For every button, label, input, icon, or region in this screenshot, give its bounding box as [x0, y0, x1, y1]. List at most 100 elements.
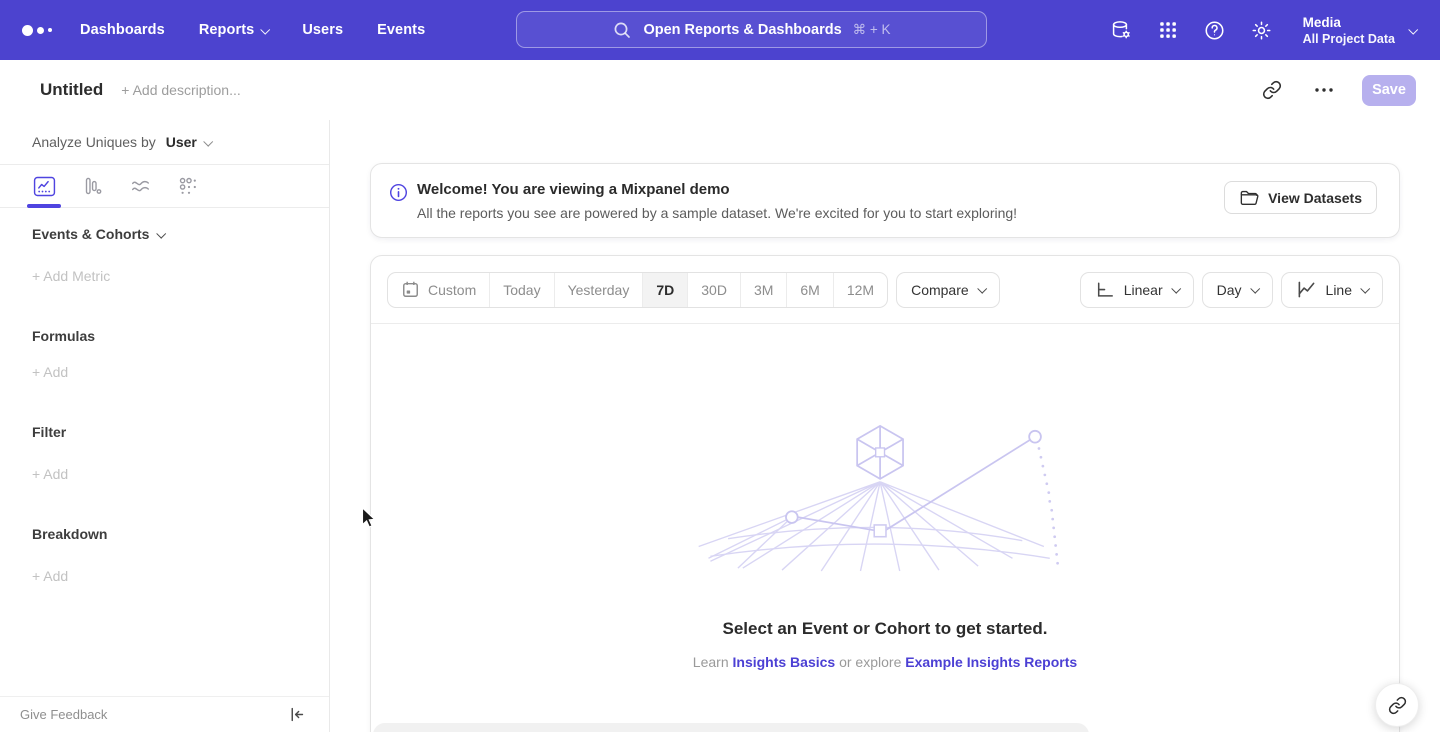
mixpanel-app: Dashboards Reports Users Events Open Rep… — [0, 0, 1440, 732]
global-search-button[interactable]: Open Reports & Dashboards ⌘ + K — [516, 11, 987, 48]
settings-icon[interactable] — [1250, 18, 1274, 42]
insights-basics-link[interactable]: Insights Basics — [733, 654, 836, 670]
add-breakdown-button[interactable]: + Add — [32, 568, 68, 584]
primary-nav: Dashboards Reports Users Events — [80, 22, 425, 38]
empty-state-illustration — [695, 421, 1075, 573]
granularity-dropdown[interactable]: Day — [1202, 272, 1273, 308]
add-label: + Add — [32, 364, 68, 380]
tab-flows[interactable] — [128, 165, 152, 208]
events-cohorts-section[interactable]: Events & Cohorts — [32, 226, 164, 242]
project-name: Media — [1303, 14, 1395, 31]
add-metric-label: + Add Metric — [32, 268, 110, 284]
analyze-by-dropdown[interactable]: User — [166, 134, 211, 150]
help-icon[interactable] — [1203, 18, 1227, 42]
chart-display-controls: Linear Day Line — [1080, 272, 1383, 308]
analyze-label: Analyze Uniques by — [32, 134, 156, 150]
apps-grid-icon[interactable] — [1156, 18, 1180, 42]
range-today[interactable]: Today — [489, 273, 553, 307]
copy-link-icon[interactable] — [1258, 76, 1286, 104]
range-label: 3M — [754, 282, 773, 298]
more-options-icon[interactable] — [1310, 76, 1338, 104]
search-icon — [612, 20, 632, 40]
add-metric-button[interactable]: + Add Metric — [32, 268, 110, 284]
chevron-down-icon — [1408, 24, 1418, 34]
report-header: Untitled + Add description... Save — [0, 60, 1440, 120]
range-yesterday[interactable]: Yesterday — [554, 273, 643, 307]
date-range-control: Custom Today Yesterday 7D 30D 3M 6M 12M — [387, 272, 888, 308]
sidebar-footer: Give Feedback — [0, 696, 329, 732]
line-chart-icon — [1296, 280, 1317, 299]
section-title: Breakdown — [32, 526, 107, 542]
scale-dropdown[interactable]: Linear — [1080, 272, 1194, 308]
tab-funnels[interactable] — [80, 165, 104, 208]
linear-scale-icon — [1095, 281, 1115, 299]
add-label: + Add — [32, 568, 68, 584]
range-label: Custom — [428, 282, 476, 298]
compare-label: Compare — [911, 282, 969, 298]
report-type-tabs — [0, 165, 329, 208]
share-link-fab[interactable] — [1375, 683, 1419, 727]
data-management-icon[interactable] — [1109, 18, 1133, 42]
report-title[interactable]: Untitled — [40, 80, 103, 100]
nav-reports[interactable]: Reports — [199, 22, 269, 38]
view-datasets-label: View Datasets — [1268, 190, 1362, 206]
search-label: Open Reports & Dashboards — [643, 22, 841, 38]
subtitle-text: or explore — [839, 654, 901, 670]
empty-state-title: Select an Event or Cohort to get started… — [723, 619, 1048, 639]
nav-label: Reports — [199, 22, 255, 38]
project-text: Media All Project Data — [1303, 14, 1395, 47]
chart-type-dropdown[interactable]: Line — [1281, 272, 1383, 308]
bottom-section-peek — [373, 723, 1089, 732]
add-filter-button[interactable]: + Add — [32, 466, 68, 482]
chevron-down-icon — [157, 228, 167, 238]
scale-label: Linear — [1124, 282, 1163, 298]
range-12m[interactable]: 12M — [833, 273, 887, 307]
range-label: Today — [503, 282, 540, 298]
logo-dot — [48, 28, 52, 32]
view-datasets-button[interactable]: View Datasets — [1224, 181, 1377, 214]
nav-users[interactable]: Users — [302, 22, 343, 38]
chevron-down-icon — [203, 136, 213, 146]
formulas-section: Formulas — [32, 328, 95, 344]
range-label: 6M — [800, 282, 819, 298]
nav-events[interactable]: Events — [377, 22, 425, 38]
collapse-sidebar-icon[interactable] — [288, 706, 305, 723]
project-data-scope: All Project Data — [1303, 31, 1395, 47]
info-icon — [389, 183, 408, 207]
tab-retention[interactable] — [176, 165, 200, 208]
add-description-field[interactable]: + Add description... — [121, 82, 240, 98]
search-shortcut: ⌘ + K — [853, 22, 891, 38]
add-formula-button[interactable]: + Add — [32, 364, 68, 380]
range-30d[interactable]: 30D — [687, 273, 740, 307]
analyze-row: Analyze Uniques by User — [0, 120, 329, 165]
tab-insights[interactable] — [32, 165, 56, 208]
range-3m[interactable]: 3M — [740, 273, 786, 307]
top-navbar: Dashboards Reports Users Events Open Rep… — [0, 0, 1440, 60]
chevron-down-icon — [1360, 284, 1370, 294]
query-builder-sidebar: Analyze Uniques by User Events & Cohorts — [0, 120, 330, 732]
project-switcher[interactable]: Media All Project Data — [1303, 14, 1416, 47]
chevron-down-icon — [1250, 284, 1260, 294]
mixpanel-logo[interactable] — [22, 25, 62, 36]
range-custom[interactable]: Custom — [388, 273, 489, 307]
range-7d[interactable]: 7D — [642, 273, 687, 307]
breakdown-section: Breakdown — [32, 526, 107, 542]
compare-dropdown[interactable]: Compare — [896, 272, 1000, 308]
welcome-banner: Welcome! You are viewing a Mixpanel demo… — [370, 163, 1400, 238]
range-label: 30D — [701, 282, 727, 298]
chevron-down-icon — [1171, 284, 1181, 294]
insights-chart-icon — [33, 176, 56, 197]
empty-state: Select an Event or Cohort to get started… — [371, 421, 1399, 670]
flows-icon — [129, 175, 152, 197]
save-button[interactable]: Save — [1362, 75, 1416, 106]
section-title: Formulas — [32, 328, 95, 344]
give-feedback-link[interactable]: Give Feedback — [20, 707, 107, 722]
nav-label: Users — [302, 22, 343, 38]
range-6m[interactable]: 6M — [786, 273, 832, 307]
nav-label: Dashboards — [80, 22, 165, 38]
nav-dashboards[interactable]: Dashboards — [80, 22, 165, 38]
subtitle-text: Learn — [693, 654, 729, 670]
chart-toolbar: Custom Today Yesterday 7D 30D 3M 6M 12M … — [371, 256, 1399, 324]
example-reports-link[interactable]: Example Insights Reports — [905, 654, 1077, 670]
logo-dot — [22, 25, 33, 36]
